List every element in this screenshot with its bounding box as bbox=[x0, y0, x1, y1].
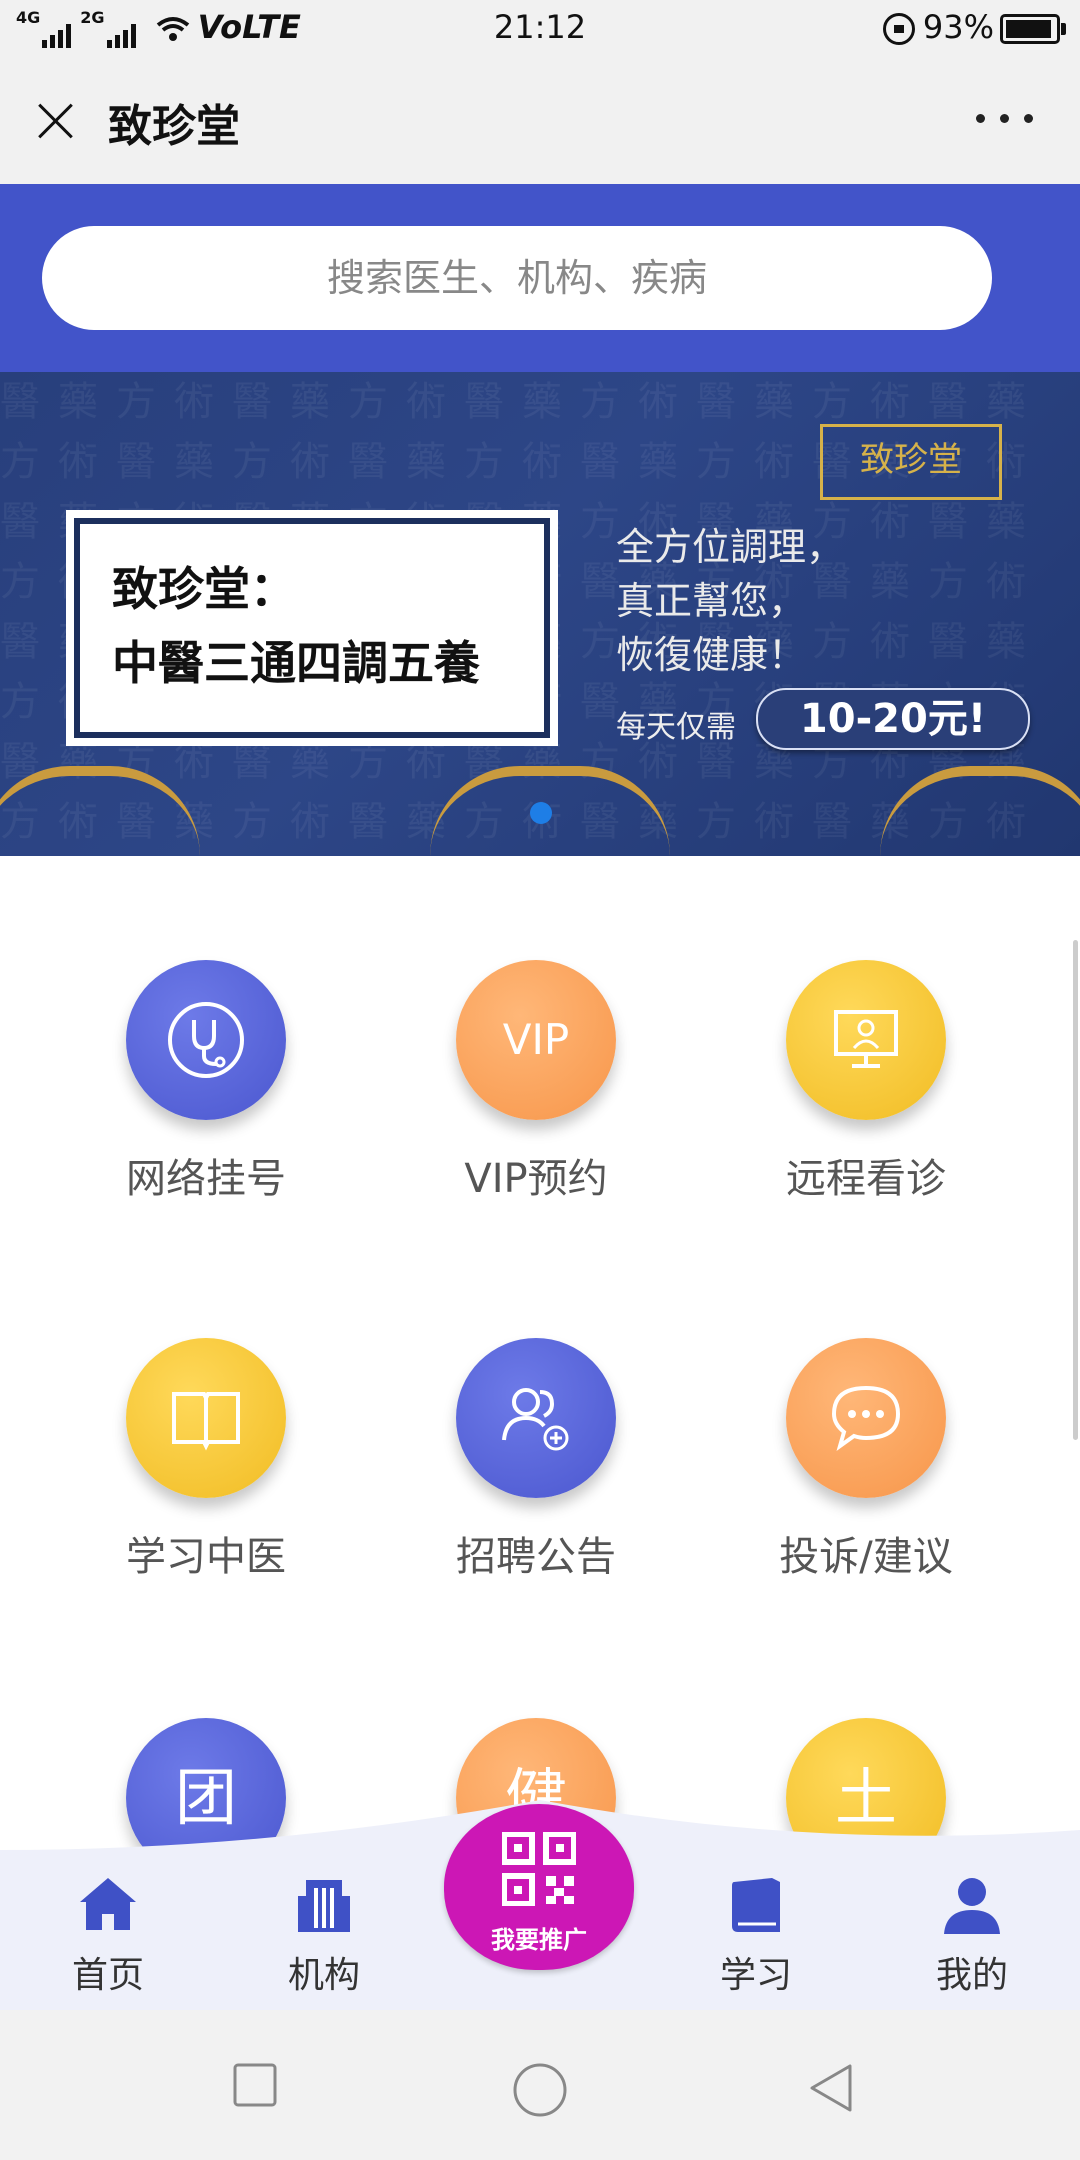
banner-slogan-2: 真正幫您， bbox=[616, 579, 807, 623]
nav-mine[interactable]: 我的 bbox=[902, 1872, 1042, 1998]
nav-label: 学习 bbox=[719, 1955, 792, 1996]
battery-icon bbox=[1000, 14, 1066, 44]
feature-remote-consult[interactable]: 远程看诊 bbox=[746, 960, 986, 1204]
banner-slogan-3: 恢復健康！ bbox=[616, 633, 807, 677]
building-icon bbox=[298, 1880, 350, 1932]
book-icon bbox=[126, 1338, 286, 1498]
feature-label: 网络挂号 bbox=[126, 1156, 286, 1202]
feature-label: 投诉/建议 bbox=[779, 1534, 953, 1580]
battery-fill bbox=[1006, 20, 1051, 38]
status-bar: 4G 2G VoLTE 21:12 93% bbox=[0, 0, 1080, 56]
banner-headline-1: 致珍堂： bbox=[112, 562, 296, 616]
feature-label: 学习中医 bbox=[126, 1534, 286, 1580]
nav-label: 首页 bbox=[71, 1955, 144, 1996]
stethoscope-icon bbox=[126, 960, 286, 1120]
title-bar: 致珍堂 bbox=[0, 56, 1080, 185]
promote-button[interactable]: 我要推广 bbox=[444, 1804, 634, 1970]
page-title: 致珍堂 bbox=[108, 101, 240, 152]
battery-percent: 93% bbox=[922, 8, 994, 46]
home-button-icon[interactable] bbox=[512, 2062, 568, 2118]
user-icon bbox=[944, 1878, 1000, 1934]
remote-consult-icon bbox=[786, 960, 946, 1120]
nav-label: 机构 bbox=[287, 1955, 360, 1996]
feature-recruitment[interactable]: 招聘公告 bbox=[416, 1338, 656, 1582]
search-area: 搜索医生、机构、疾病 bbox=[0, 184, 1080, 372]
rotation-lock-icon bbox=[882, 13, 915, 45]
carousel-indicator[interactable] bbox=[530, 802, 552, 824]
close-icon[interactable] bbox=[28, 92, 84, 148]
feature-label: 招聘公告 bbox=[456, 1534, 616, 1580]
study-book-icon bbox=[732, 1878, 780, 1932]
banner-price-badge: 10-20元! bbox=[756, 688, 1030, 750]
search-input[interactable]: 搜索医生、机构、疾病 bbox=[42, 226, 992, 330]
scrollbar[interactable] bbox=[1073, 940, 1078, 1440]
banner-slogan: 全方位調理， 真正幫您， 恢復健康！ bbox=[616, 520, 844, 682]
system-nav-bar bbox=[0, 2010, 1080, 2160]
nav-label: 我的 bbox=[935, 1955, 1008, 1996]
battery-indicator: 93% bbox=[882, 8, 1066, 46]
vip-icon: VIP bbox=[456, 960, 616, 1120]
banner-logo: 致珍堂 bbox=[820, 424, 1002, 500]
feature-label: 远程看诊 bbox=[786, 1156, 946, 1202]
back-icon[interactable] bbox=[806, 2062, 854, 2114]
feature-learn-tcm[interactable]: 学习中医 bbox=[86, 1338, 326, 1582]
feature-complaints[interactable]: 投诉/建议 bbox=[746, 1338, 986, 1582]
banner-price-label: 每天仅需 bbox=[616, 710, 736, 745]
banner-headline-box: 致珍堂： 中醫三通四調五養 bbox=[66, 510, 558, 746]
banner-headline-2: 中醫三通四調五養 bbox=[112, 636, 480, 690]
more-options-icon[interactable] bbox=[976, 106, 1036, 130]
qr-code-icon bbox=[502, 1832, 576, 1906]
promote-label: 我要推广 bbox=[491, 1926, 587, 1954]
feature-label: VIP预约 bbox=[464, 1156, 608, 1202]
recent-apps-icon[interactable] bbox=[232, 2062, 278, 2108]
feature-online-registration[interactable]: 网络挂号 bbox=[86, 960, 326, 1204]
chat-icon bbox=[786, 1338, 946, 1498]
add-user-icon bbox=[456, 1338, 616, 1498]
home-icon bbox=[80, 1878, 136, 1930]
nav-study[interactable]: 学习 bbox=[686, 1872, 826, 1998]
banner-slogan-1: 全方位調理， bbox=[616, 525, 845, 569]
nav-home[interactable]: 首页 bbox=[38, 1872, 178, 1998]
promo-banner[interactable]: 醫藥方術醫藥方術醫藥方術醫藥方術醫藥方術醫藥方術醫藥方術醫藥方術醫藥方術醫藥方術… bbox=[0, 372, 1080, 856]
nav-institutions[interactable]: 机构 bbox=[254, 1872, 394, 1998]
vip-glyph: VIP bbox=[502, 1015, 570, 1064]
feature-vip-booking[interactable]: VIP VIP预约 bbox=[416, 960, 656, 1204]
